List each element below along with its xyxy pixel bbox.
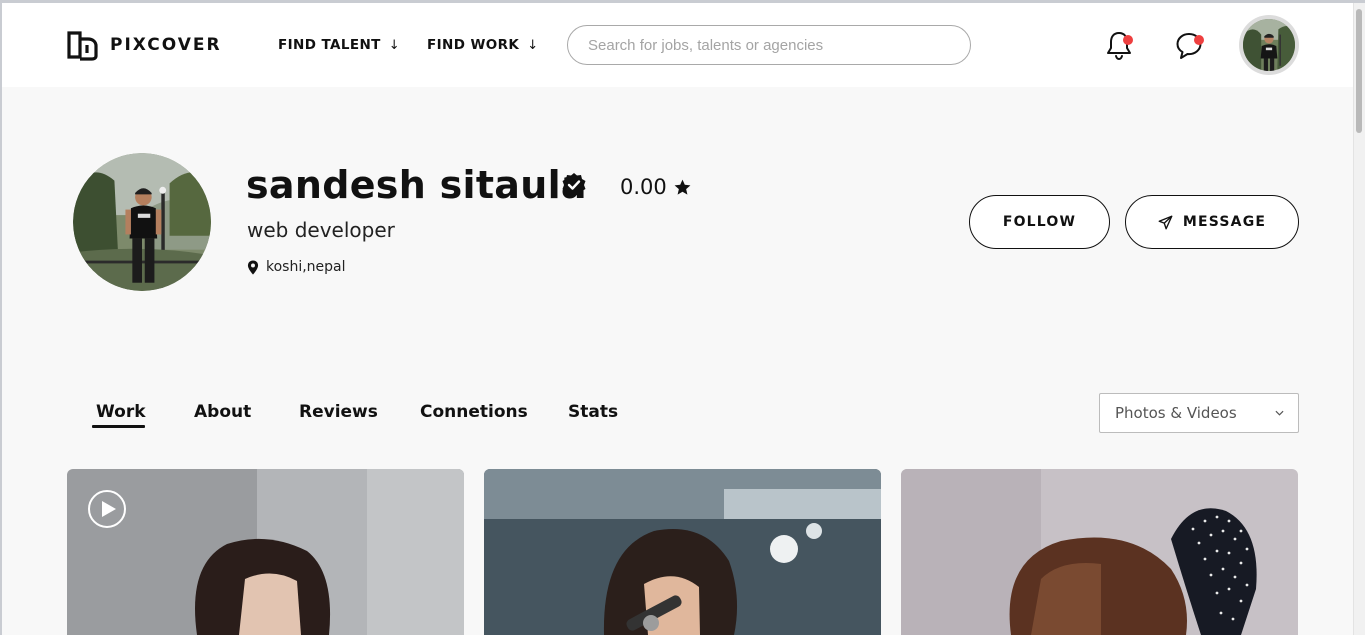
profile-headline: web developer: [247, 218, 395, 242]
profile-rating: 0.00: [620, 175, 692, 199]
pixcover-logo-icon: [67, 31, 98, 61]
tab-connections[interactable]: Connetions: [420, 402, 528, 422]
messages-button[interactable]: [1173, 27, 1207, 63]
profile-location: koshi,nepal: [247, 259, 346, 275]
location-pin-icon: [247, 259, 259, 275]
scrollbar-thumb[interactable]: [1356, 9, 1362, 133]
profile-photo: [73, 153, 211, 291]
message-badge: [1194, 35, 1204, 45]
chat-bubble-icon: [1176, 33, 1202, 59]
nav-find-talent-label: FIND TALENT: [278, 37, 381, 53]
tab-stats[interactable]: Stats: [568, 402, 618, 422]
page-scrollbar[interactable]: [1353, 3, 1365, 635]
play-icon: [88, 490, 126, 528]
verified-badge-icon: [562, 173, 586, 197]
follow-button-label: FOLLOW: [1002, 214, 1077, 230]
window-frame-left: [0, 0, 2, 635]
user-avatar-menu[interactable]: [1239, 15, 1299, 75]
location-text: koshi,nepal: [266, 259, 346, 275]
profile-name: sandesh sitaula: [246, 163, 587, 207]
arrow-down-icon: ↓: [527, 37, 539, 53]
arrow-down-icon: ↓: [388, 37, 401, 53]
chevron-down-icon: [1275, 410, 1284, 416]
top-navbar: PIXCOVER FIND TALENT ↓ FIND WORK ↓: [2, 3, 1353, 87]
nav-find-talent[interactable]: FIND TALENT ↓: [278, 37, 400, 53]
bell-icon: [1107, 32, 1131, 61]
media-filter-value: Photos & Videos: [1115, 404, 1237, 422]
notification-badge: [1123, 35, 1133, 45]
tab-about[interactable]: About: [194, 402, 251, 422]
media-filter-select[interactable]: Photos & Videos: [1099, 393, 1299, 433]
star-icon: [674, 179, 691, 195]
notifications-button[interactable]: [1103, 27, 1137, 63]
rating-value: 0.00: [620, 175, 667, 199]
work-item-video[interactable]: [67, 469, 464, 635]
logo-text: PIXCOVER: [110, 35, 222, 55]
tab-reviews[interactable]: Reviews: [299, 402, 378, 422]
message-button[interactable]: MESSAGE: [1125, 195, 1299, 249]
nav-find-work-label: FIND WORK: [427, 37, 520, 53]
work-thumbnail: [484, 469, 881, 635]
follow-button[interactable]: FOLLOW: [969, 195, 1110, 249]
active-tab-indicator: [92, 425, 145, 428]
search-box: [567, 25, 971, 65]
search-input[interactable]: [568, 26, 970, 64]
avatar: [1243, 19, 1295, 71]
avatar: [73, 153, 211, 291]
tab-work[interactable]: Work: [96, 402, 146, 422]
send-icon: [1158, 215, 1173, 229]
work-item-photo[interactable]: [484, 469, 881, 635]
work-thumbnail: [901, 469, 1298, 635]
message-button-label: MESSAGE: [1182, 214, 1267, 230]
nav-find-work[interactable]: FIND WORK ↓: [427, 37, 539, 53]
pixcover-logo[interactable]: PIXCOVER: [66, 28, 222, 62]
work-item-photo[interactable]: [901, 469, 1298, 635]
